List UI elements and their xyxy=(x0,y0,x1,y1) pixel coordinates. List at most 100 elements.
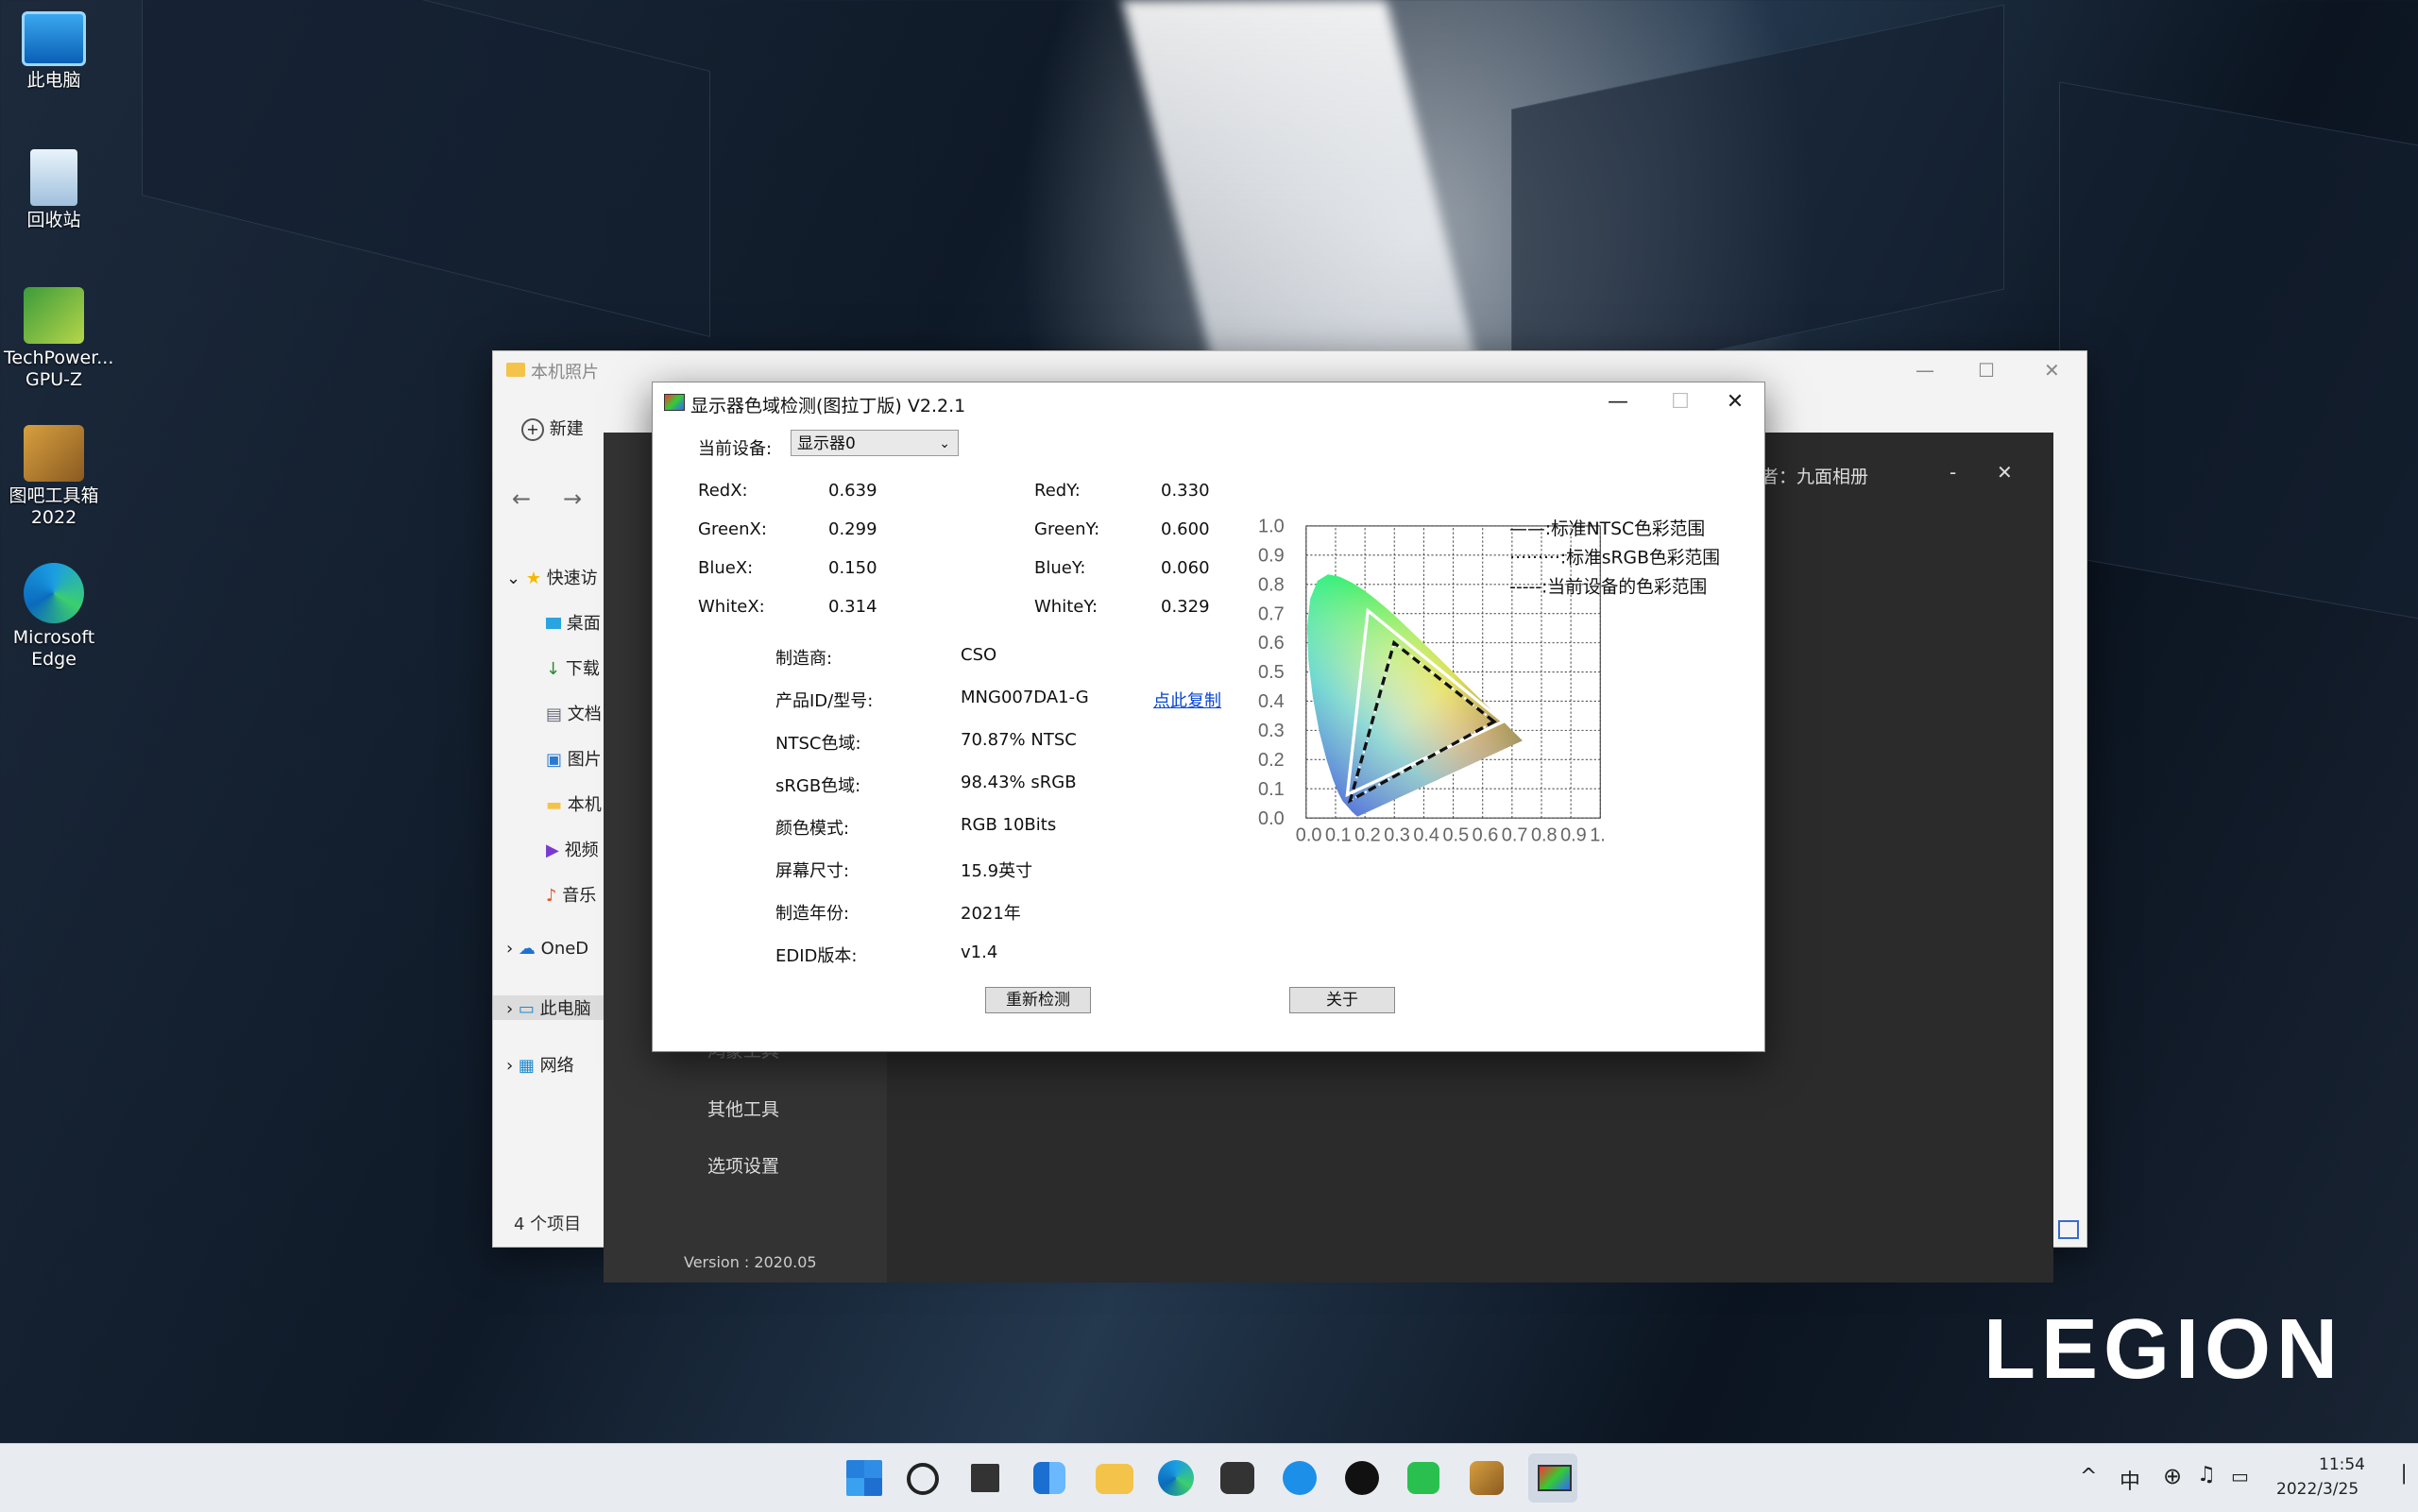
new-button[interactable]: + 新建 xyxy=(521,416,584,441)
notification-icon[interactable]: ▕ xyxy=(2392,1465,2405,1485)
sidebar-item-network[interactable]: › ▦ 网络 xyxy=(506,1052,574,1077)
maximize-button[interactable]: ☐ xyxy=(1660,388,1701,416)
coord-value: 0.329 xyxy=(1161,597,1210,617)
tray-chevron-icon[interactable]: ^ xyxy=(2080,1465,2097,1488)
volume-icon[interactable]: ♫ xyxy=(2197,1463,2216,1487)
edge-icon[interactable] xyxy=(1158,1460,1194,1496)
wechat-icon[interactable] xyxy=(1407,1462,1439,1494)
desktop-icon-gpu-z[interactable]: TechPower... GPU-Z xyxy=(4,287,113,391)
x-tick-label: 0.3 xyxy=(1384,824,1410,845)
y-tick-label: 0.2 xyxy=(1258,750,1285,771)
battery-icon[interactable]: ▭ xyxy=(2231,1465,2249,1487)
gamut-dialog[interactable]: 显示器色域检测(图拉丁版) V2.2.1 — ☐ ✕ 当前设备: 显示器0 ⌄ … xyxy=(652,382,1765,1052)
xbox-icon[interactable] xyxy=(1345,1461,1379,1495)
star-icon: ★ xyxy=(525,569,541,588)
gamut-app-icon[interactable] xyxy=(1528,1453,1577,1503)
y-tick-label: 0.6 xyxy=(1258,633,1285,654)
info-key: 屏幕尺寸: xyxy=(775,861,850,881)
sidebar-item-downloads[interactable]: ↓ 下载 xyxy=(546,655,600,680)
clock-time[interactable]: 11:54 xyxy=(2319,1455,2365,1474)
about-button[interactable]: 关于 xyxy=(1289,987,1395,1013)
windows-start-icon[interactable] xyxy=(846,1460,882,1496)
coord-value: 0.060 xyxy=(1161,558,1210,578)
y-tick-label: 0.4 xyxy=(1258,691,1285,712)
y-tick-labels: 0.0 0.1 0.2 0.3 0.4 0.5 0.6 0.7 0.8 0.9 1.0 xyxy=(1258,517,1285,829)
info-value: v1.4 xyxy=(961,943,998,962)
document-icon: ▤ xyxy=(546,705,563,724)
back-icon[interactable]: ← xyxy=(512,485,531,512)
browser-icon[interactable] xyxy=(1283,1461,1317,1495)
desktop-icon-edge[interactable]: Microsoft Edge xyxy=(4,563,104,671)
coord-value: 0.150 xyxy=(828,558,877,578)
file-explorer-icon[interactable] xyxy=(1096,1464,1133,1494)
cie-chromaticity-chart: 0.0 0.1 0.2 0.3 0.4 0.5 0.6 0.7 0.8 0.9 1. 0.00.10… xyxy=(1258,517,1720,846)
network-icon[interactable]: ⊕ xyxy=(2163,1463,2182,1489)
coord-key: GreenX: xyxy=(698,519,767,539)
sidebar-item-documents[interactable]: ▤ 文档 xyxy=(546,701,602,725)
x-tick-label: 0.1 xyxy=(1325,824,1352,845)
sidebar-item-this-pc[interactable]: › ▭ 此电脑 xyxy=(493,995,620,1020)
forward-icon[interactable]: → xyxy=(563,485,582,512)
desktop-icon-toolbox[interactable]: 图吧工具箱 2022 xyxy=(4,425,104,529)
input-language[interactable]: 中 xyxy=(2120,1465,2140,1495)
store-icon[interactable] xyxy=(1220,1462,1254,1494)
y-tick-label: 0.0 xyxy=(1258,808,1285,829)
close-button[interactable]: ✕ xyxy=(1714,388,1756,416)
background-panel xyxy=(1511,4,2004,395)
version-label: Version : 2020.05 xyxy=(684,1253,817,1271)
network-icon: ▦ xyxy=(518,1056,535,1076)
cloud-icon: ☁ xyxy=(518,939,536,959)
x-tick-label: 0.2 xyxy=(1354,824,1381,845)
spectral-locus-blue-region xyxy=(1307,574,1523,817)
copy-link[interactable]: 点此复制 xyxy=(1153,688,1221,712)
info-value: MNG007DA1-G xyxy=(961,688,1089,707)
minimize-button[interactable]: — xyxy=(1597,388,1639,416)
sidebar-item-quick-access[interactable]: ⌄ ★ 快速访 xyxy=(506,565,598,589)
sidebar-item-music[interactable]: ♪ 音乐 xyxy=(546,882,596,907)
chevron-down-icon: ⌄ xyxy=(939,436,950,451)
x-tick-label: 0.9 xyxy=(1560,824,1587,845)
taskbar: ^ 中 ⊕ ♫ ▭ 11:54 2022/3/25 ▕ xyxy=(0,1443,2418,1512)
background-panel xyxy=(142,0,710,338)
info-value: CSO xyxy=(961,645,997,665)
desktop-icon-this-pc[interactable]: 此电脑 xyxy=(4,11,104,92)
info-key: sRGB色域: xyxy=(775,776,861,796)
author-label: 者：九面相册 xyxy=(1761,467,1869,487)
y-tick-label: 0.9 xyxy=(1258,545,1285,566)
info-key: 颜色模式: xyxy=(775,819,850,839)
info-value: 70.87% NTSC xyxy=(961,730,1077,750)
task-view-icon[interactable] xyxy=(971,1464,999,1492)
x-tick-label: 0.8 xyxy=(1531,824,1558,845)
coord-key: GreenY: xyxy=(1034,519,1100,539)
dialog-title: 显示器色域检测(图拉丁版) V2.2.1 xyxy=(690,396,966,416)
sidebar-item-desktop[interactable]: 桌面 xyxy=(546,610,601,635)
recheck-button[interactable]: 重新检测 xyxy=(985,987,1091,1013)
info-key: 制造商: xyxy=(775,649,833,669)
search-icon[interactable] xyxy=(907,1463,939,1495)
x-tick-label: 0.6 xyxy=(1473,824,1499,845)
maximize-icon[interactable]: ☐ xyxy=(1978,359,1995,382)
sidebar-item-pictures[interactable]: ▣ 图片 xyxy=(546,746,602,771)
sidebar-item-local[interactable]: ▬ 本机 xyxy=(546,791,602,816)
minimize-icon[interactable]: — xyxy=(1916,359,1934,382)
toolbox-icon[interactable] xyxy=(1470,1461,1504,1495)
sidebar-item-onedrive[interactable]: › ☁ OneD xyxy=(506,939,588,959)
picture-icon: ▣ xyxy=(546,750,563,770)
x-tick-label: 0.7 xyxy=(1502,824,1528,845)
close-icon[interactable]: ✕ xyxy=(2044,359,2060,382)
music-icon: ♪ xyxy=(546,886,557,906)
coord-value: 0.314 xyxy=(828,597,877,617)
menu-item-other-tools[interactable]: 其他工具 xyxy=(707,1096,779,1121)
sidebar-item-videos[interactable]: ▶ 视频 xyxy=(546,837,599,861)
widgets-icon[interactable] xyxy=(1033,1462,1065,1494)
device-select[interactable]: 显示器0 ⌄ xyxy=(791,430,959,456)
desktop-icon-recycle-bin[interactable]: 回收站 xyxy=(4,149,104,231)
menu-item-settings[interactable]: 选项设置 xyxy=(707,1152,779,1178)
minimize-icon[interactable]: - xyxy=(1950,461,1956,484)
clock-date[interactable]: 2022/3/25 xyxy=(2276,1480,2358,1499)
coord-value: 0.330 xyxy=(1161,481,1210,501)
close-icon[interactable]: ✕ xyxy=(1997,461,2013,484)
info-key: EDID版本: xyxy=(775,946,858,966)
download-icon: ↓ xyxy=(546,659,561,679)
view-toggle-icon[interactable] xyxy=(2058,1220,2079,1239)
